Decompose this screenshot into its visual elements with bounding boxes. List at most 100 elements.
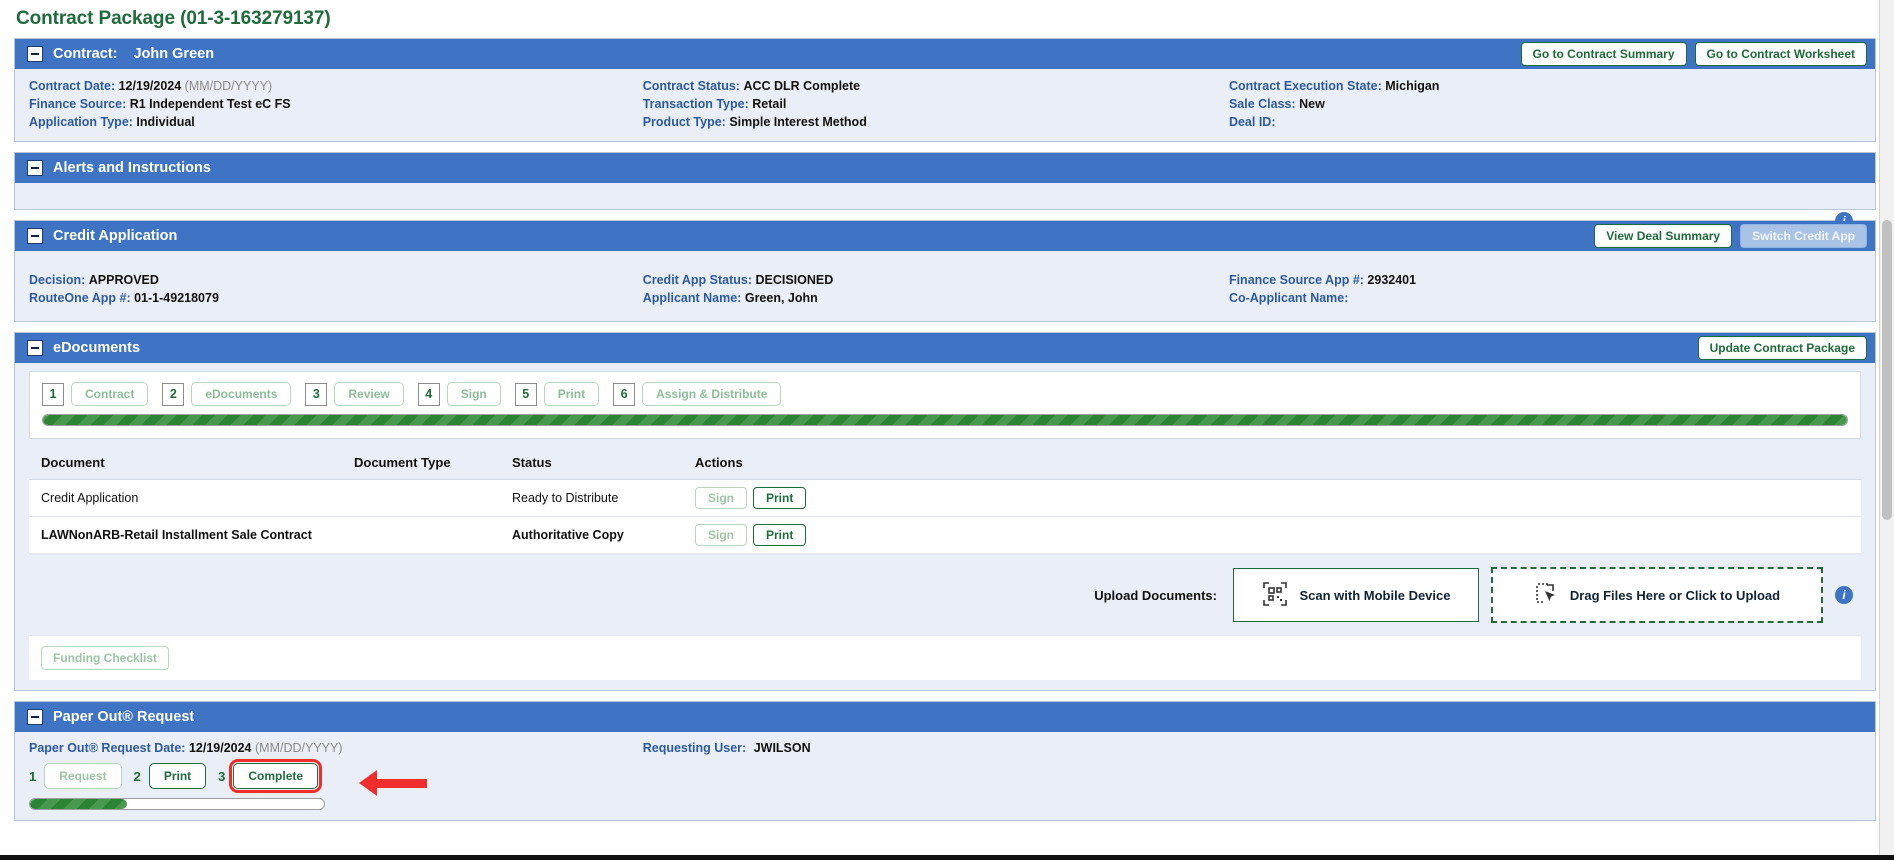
scrollbar-thumb[interactable] — [1882, 220, 1892, 520]
step-number: 3 — [305, 382, 328, 406]
paper-out-step-3[interactable]: 3 Complete — [218, 759, 323, 793]
arrow-shaft — [377, 778, 427, 788]
table-row: LAWNonARB-Retail Installment Sale Contra… — [29, 516, 1861, 554]
step-number: 5 — [514, 382, 537, 406]
row-actions: Sign Print — [695, 524, 1857, 546]
step-label-review[interactable]: Review — [334, 382, 404, 406]
field-requesting-user: Requesting User: JWILSON — [643, 739, 1229, 757]
paper-out-panel-title: Paper Out® Request — [53, 709, 195, 725]
arrow-head — [359, 770, 377, 796]
field-label: Sale Class: — [1228, 97, 1296, 111]
paper-out-complete-button[interactable]: Complete — [229, 759, 323, 793]
field-value: Green, John — [744, 291, 818, 305]
field-label: Contract Date: — [29, 79, 116, 93]
field-value: DECISIONED — [755, 273, 834, 287]
contract-panel-title-text: Contract: — [53, 46, 118, 62]
collapse-minus-icon[interactable] — [27, 709, 43, 725]
field-label: Application Type: — [29, 115, 133, 129]
contract-fields: Contract Date: 12/19/2024 (MM/DD/YYYY) F… — [29, 77, 1861, 131]
field-value: 12/19/2024 — [188, 741, 252, 755]
credit-fields-col-3: Finance Source App #: 2932401 Co-Applica… — [1229, 271, 1861, 307]
paper-out-step-1[interactable]: 1 Request — [29, 763, 122, 789]
field-label: Product Type: — [642, 115, 726, 129]
step-label-assign-distribute[interactable]: Assign & Distribute — [642, 382, 782, 406]
field-label: Contract Execution State: — [1228, 79, 1382, 93]
step-label-edocuments[interactable]: eDocuments — [191, 382, 292, 406]
step-label-sign[interactable]: Sign — [446, 382, 501, 406]
credit-fields: Decision: APPROVED RouteOne App #: 01-1-… — [29, 271, 1861, 307]
field-application-type: Application Type: Individual — [29, 113, 643, 131]
field-value: 2932401 — [1367, 273, 1417, 287]
step-label-print[interactable]: Print — [543, 382, 600, 406]
collapse-minus-icon[interactable] — [27, 160, 43, 176]
paper-out-fields-col-2: Requesting User: JWILSON — [643, 739, 1229, 757]
field-decision: Decision: APPROVED — [29, 271, 643, 289]
page-title: Contract Package (01-3-163279137) — [16, 8, 331, 29]
update-contract-package-button[interactable]: Update Contract Package — [1697, 336, 1867, 360]
credit-panel-header: Credit Application View Deal Summary Swi… — [15, 221, 1875, 251]
credit-fields-col-2: Credit App Status: DECISIONED Applicant … — [643, 271, 1229, 307]
wizard-step-6[interactable]: 6 Assign & Distribute — [613, 382, 782, 406]
credit-panel-body: Decision: APPROVED RouteOne App #: 01-1-… — [15, 251, 1875, 321]
edocuments-panel-title: eDocuments — [53, 340, 141, 356]
file-cursor-icon — [1534, 581, 1560, 610]
field-label: Paper Out® Request Date: — [29, 741, 186, 755]
paper-out-request-button[interactable]: Request — [44, 763, 122, 789]
field-coapplicant-name: Co-Applicant Name: — [1229, 289, 1861, 307]
col-header-document: Document — [29, 449, 350, 480]
paper-out-step-2[interactable]: 2 Print — [134, 763, 207, 789]
collapse-minus-icon[interactable] — [27, 228, 43, 244]
funding-checklist-button[interactable]: Funding Checklist — [41, 646, 170, 670]
go-to-contract-worksheet-button[interactable]: Go to Contract Worksheet — [1694, 42, 1867, 66]
paper-out-fields: Paper Out® Request Date: 12/19/2024 (MM/… — [29, 739, 1861, 757]
contract-package-page: Contract Package (01-3-163279137) Contra… — [0, 0, 1894, 860]
go-to-contract-summary-button[interactable]: Go to Contract Summary — [1520, 42, 1687, 66]
step-number: 1 — [29, 768, 37, 784]
print-button[interactable]: Print — [753, 524, 807, 546]
vertical-scrollbar[interactable] — [1879, 0, 1894, 860]
paper-out-panel-body: Paper Out® Request Date: 12/19/2024 (MM/… — [15, 732, 1875, 820]
wizard-step-3[interactable]: 3 Review — [305, 382, 404, 406]
cell-document-name: Credit Application — [29, 479, 350, 517]
scan-with-mobile-device-label: Scan with Mobile Device — [1299, 587, 1451, 603]
collapse-minus-icon[interactable] — [27, 340, 43, 356]
step-number: 2 — [133, 768, 141, 784]
sign-button[interactable]: Sign — [695, 524, 747, 546]
step-number: 2 — [162, 382, 185, 406]
credit-application-panel: i Credit Application View Deal Summary S… — [14, 212, 1876, 322]
window-bottom-edge — [0, 855, 1894, 860]
field-label: Requesting User: — [642, 741, 747, 755]
col-header-document-type: Document Type — [350, 449, 508, 480]
paper-out-progress-fill — [30, 799, 128, 809]
field-paper-out-request-date: Paper Out® Request Date: 12/19/2024 (MM/… — [29, 739, 643, 757]
field-value: Retail — [752, 97, 787, 111]
field-applicant-name: Applicant Name: Green, John — [643, 289, 1229, 307]
wizard-step-5[interactable]: 5 Print — [514, 382, 600, 406]
field-value: Michigan — [1385, 79, 1440, 93]
edocuments-progress-fill — [43, 415, 1847, 425]
annotation-arrow-icon — [359, 770, 427, 796]
sign-button[interactable]: Sign — [695, 487, 747, 509]
drag-drop-upload-area[interactable]: Drag Files Here or Click to Upload — [1491, 567, 1823, 623]
scan-with-mobile-device-button[interactable]: Scan with Mobile Device — [1233, 568, 1479, 622]
paper-out-print-button[interactable]: Print — [148, 763, 207, 789]
step-label-contract[interactable]: Contract — [71, 382, 149, 406]
view-deal-summary-button[interactable]: View Deal Summary — [1594, 224, 1733, 248]
wizard-step-2[interactable]: 2 eDocuments — [162, 382, 292, 406]
info-icon[interactable]: i — [1835, 586, 1853, 604]
field-value: ACC DLR Complete — [743, 79, 861, 93]
wizard-step-4[interactable]: 4 Sign — [417, 382, 501, 406]
field-value: 01-1-49218079 — [134, 291, 219, 305]
cell-actions: Sign Print — [691, 479, 1861, 517]
wizard-step-1[interactable]: 1 Contract — [42, 382, 149, 406]
print-button[interactable]: Print — [753, 487, 807, 509]
contract-header-actions: Go to Contract Summary Go to Contract Wo… — [1520, 42, 1867, 66]
field-label: Decision: — [29, 273, 86, 287]
alerts-panel-header: Alerts and Instructions — [15, 153, 1875, 183]
contract-panel: Contract: John Green Go to Contract Summ… — [14, 38, 1876, 142]
qr-scan-icon — [1262, 581, 1288, 610]
field-label: Co-Applicant Name: — [1228, 291, 1349, 305]
contract-fields-col-1: Contract Date: 12/19/2024 (MM/DD/YYYY) F… — [29, 77, 643, 131]
collapse-minus-icon[interactable] — [27, 46, 43, 62]
switch-credit-app-button[interactable]: Switch Credit App — [1740, 224, 1867, 248]
